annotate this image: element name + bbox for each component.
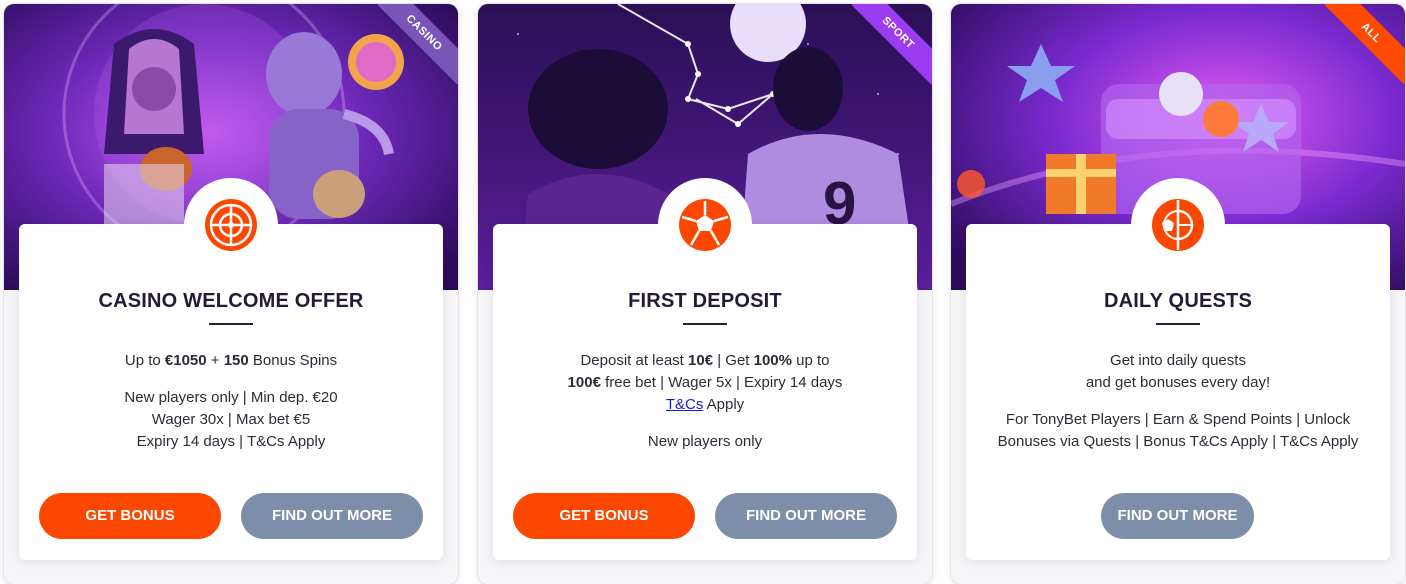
offer-terms: For TonyBet Players | Earn & Spend Point… [997,411,1359,450]
find-out-more-button[interactable]: FIND OUT MORE [1101,493,1254,539]
tcs-link[interactable]: T&Cs [666,396,704,413]
category-ribbon: CASINO [378,4,458,84]
category-ribbon: ALL [1325,4,1405,84]
promo-title: DAILY QUESTS [1104,290,1252,312]
offer-terms: New players only | Min dep. €20 Wager 30… [124,389,338,450]
promo-title: CASINO WELCOME OFFER [98,290,364,312]
promo-card-sport: 9 SPORT FIRST DEPOSIT Deposit at least 1… [478,4,932,584]
title-divider [683,323,727,325]
promo-panel: FIRST DEPOSIT Deposit at least 10€ | Get… [493,178,917,560]
promo-title: FIRST DEPOSIT [628,290,782,312]
get-bonus-button[interactable]: GET BONUS [39,493,221,539]
offer-eligibility: New players only [647,433,763,450]
offer-summary: Up to €1050 + 150 Bonus Spins [124,352,338,369]
offer-summary: Get into daily quests and get bonuses ev… [1085,352,1271,391]
promo-card-quests: ALL DAILY QUESTS Get into daily quests a… [951,4,1405,584]
promo-card-casino: CASINO CASINO WELCOME OFFER Up to €1050 … [4,4,458,584]
soccer-ball-icon [658,178,752,272]
promo-panel: CASINO WELCOME OFFER Up to €1050 + 150 B… [19,178,443,560]
find-out-more-button[interactable]: FIND OUT MORE [241,493,423,539]
roulette-icon [184,178,278,272]
title-divider [1156,323,1200,325]
ball-and-roulette-icon [1131,178,1225,272]
category-ribbon: SPORT [852,4,932,84]
title-divider [209,323,253,325]
promo-panel: DAILY QUESTS Get into daily quests and g… [966,178,1390,560]
offer-summary: Deposit at least 10€ | Get 100% up to 10… [567,352,843,413]
get-bonus-button[interactable]: GET BONUS [513,493,695,539]
find-out-more-button[interactable]: FIND OUT MORE [715,493,897,539]
